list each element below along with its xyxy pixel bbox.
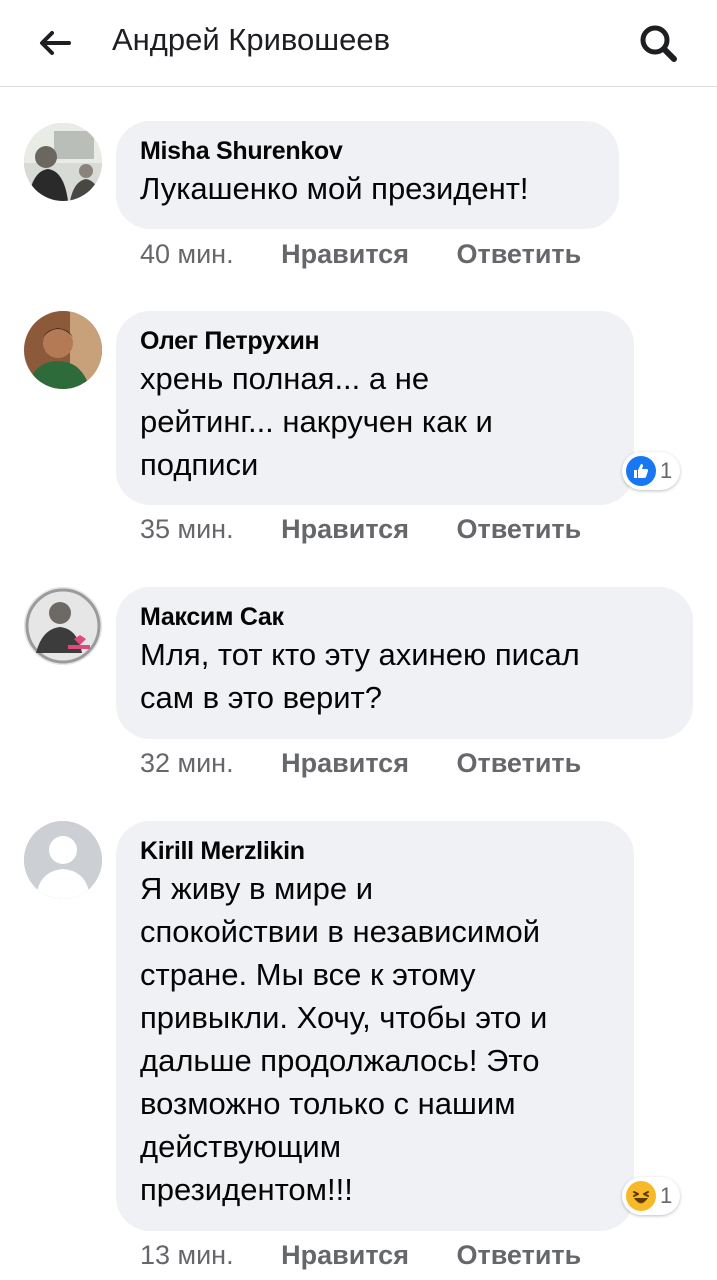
search-button[interactable]	[630, 18, 686, 68]
like-icon	[626, 456, 656, 486]
comment-text: Мля, тот кто эту ахинею писал сам в это …	[140, 633, 667, 719]
avatar-photo	[24, 123, 102, 201]
like-button[interactable]: Нравится	[281, 745, 409, 781]
top-bar: Андрей Кривошеев	[0, 0, 717, 87]
comment-text: Лукашенко мой президент!	[140, 171, 529, 206]
reply-button[interactable]: Ответить	[456, 511, 581, 547]
comment-actions: 40 мин. Нравится Ответить	[140, 236, 581, 272]
comment-time[interactable]: 32 мин.	[140, 745, 234, 781]
comment-actions: 35 мин. Нравится Ответить	[140, 511, 581, 547]
avatar-photo	[24, 587, 102, 665]
comment-time[interactable]: 40 мин.	[140, 236, 234, 272]
reaction-summary[interactable]: 1	[622, 452, 681, 490]
avatar-photo	[24, 311, 102, 389]
back-arrow-icon	[40, 31, 71, 55]
comment-text-line: рейтинг... накручен как и	[140, 404, 493, 439]
comment-text-line: дальше продолжалось! Это	[140, 1043, 540, 1078]
haha-icon	[626, 1181, 656, 1211]
reaction-count: 1	[660, 1183, 673, 1208]
comment-author[interactable]: Misha Shurenkov	[140, 135, 593, 167]
avatar[interactable]	[24, 821, 102, 899]
comment-author[interactable]: Kirill Merzlikin	[140, 835, 608, 867]
like-button[interactable]: Нравится	[281, 1237, 409, 1273]
reply-button[interactable]: Ответить	[456, 236, 581, 272]
search-icon	[640, 25, 677, 62]
avatar[interactable]	[24, 311, 102, 389]
reaction-summary[interactable]: 1	[622, 1177, 681, 1215]
comment-time[interactable]: 13 мин.	[140, 1237, 234, 1273]
comment-text-line: президентом!!!	[140, 1172, 353, 1207]
avatar[interactable]	[24, 587, 102, 665]
comment-time[interactable]: 35 мин.	[140, 511, 234, 547]
reply-button[interactable]: Ответить	[456, 1237, 581, 1273]
reaction-count: 1	[660, 458, 673, 483]
comment-actions: 32 мин. Нравится Ответить	[140, 745, 581, 781]
comment-actions: 13 мин. Нравится Ответить	[140, 1237, 581, 1273]
avatar[interactable]	[24, 123, 102, 201]
comment-text-line: спокойствии в независимой	[140, 914, 541, 949]
like-button[interactable]: Нравится	[281, 236, 409, 272]
comment-text: хрень полная... а не рейтинг... накручен…	[140, 357, 608, 486]
comment-bubble: Олег Петрухин хрень полная... а не рейти…	[116, 311, 634, 505]
like-button[interactable]: Нравится	[281, 511, 409, 547]
comment-text-line: Я живу в мире и	[140, 871, 374, 906]
comment-text: Я живу в мире и спокойствии в независимо…	[140, 867, 608, 1211]
comment-text-line: сам в это верит?	[140, 680, 382, 715]
comment-author[interactable]: Олег Петрухин	[140, 325, 608, 357]
comment-text-line: возможно только с нашим	[140, 1086, 516, 1121]
comment-text-line: привыкли. Хочу, чтобы это и	[140, 1000, 548, 1035]
comment-text-line: Мля, тот кто эту ахинею писал	[140, 637, 580, 672]
page-title: Андрей Кривошеев	[112, 22, 391, 57]
reply-button[interactable]: Ответить	[456, 745, 581, 781]
comment-text-line: хрень полная... а не	[140, 361, 430, 396]
back-button[interactable]	[30, 18, 80, 68]
comment-text-line: стране. Мы все к этому	[140, 957, 476, 992]
comment-author[interactable]: Максим Сак	[140, 601, 667, 633]
comment-text-line: действующим	[140, 1129, 342, 1164]
comment-text-line: подписи	[140, 447, 259, 482]
comment-bubble: Kirill Merzlikin Я живу в мире и спокойс…	[116, 821, 634, 1231]
comment-bubble: Максим Сак Мля, тот кто эту ахинею писал…	[116, 587, 693, 739]
comment-bubble: Misha Shurenkov Лукашенко мой президент!	[116, 121, 619, 229]
default-avatar-icon	[24, 821, 102, 899]
